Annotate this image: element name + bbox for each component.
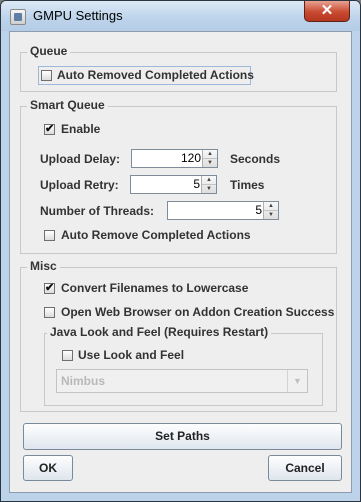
spinner-up-icon[interactable]: ▲	[264, 202, 278, 211]
open-browser-label[interactable]: Open Web Browser on Addon Creation Succe…	[61, 305, 334, 319]
convert-lowercase-checkbox[interactable]: ✔	[44, 283, 55, 294]
upload-delay-label: Upload Delay:	[40, 152, 121, 166]
smart-queue-legend: Smart Queue	[27, 98, 108, 112]
spinner-down-icon[interactable]: ▼	[203, 159, 217, 167]
laf-selected-value: Nimbus	[61, 374, 106, 388]
convert-lowercase-label[interactable]: Convert Filenames to Lowercase	[61, 281, 248, 295]
chevron-down-icon[interactable]: ▼	[287, 370, 307, 392]
close-button[interactable]: ✕	[304, 1, 350, 22]
settings-window: GMPU Settings ✕ Queue Auto Removed Compl…	[0, 0, 361, 502]
window-title: GMPU Settings	[33, 8, 123, 23]
upload-retry-arrows[interactable]: ▲ ▼	[201, 176, 216, 193]
misc-legend: Misc	[27, 259, 60, 273]
laf-legend: Java Look and Feel (Requires Restart)	[47, 325, 272, 339]
upload-retry-label: Upload Retry:	[40, 178, 119, 192]
title-bar[interactable]: GMPU Settings ✕	[1, 1, 360, 31]
smart-auto-remove-checkbox[interactable]	[44, 230, 55, 241]
enable-checkbox[interactable]: ✔	[44, 124, 55, 135]
set-paths-button[interactable]: Set Paths	[23, 423, 342, 450]
upload-retry-value[interactable]: 5	[193, 176, 200, 193]
use-laf-checkbox[interactable]	[62, 350, 73, 361]
upload-delay-arrows[interactable]: ▲ ▼	[202, 150, 217, 167]
upload-delay-value[interactable]: 120	[181, 150, 201, 167]
upload-delay-spinner[interactable]: 120 ▲ ▼	[131, 149, 218, 168]
use-laf-label[interactable]: Use Look and Feel	[78, 348, 184, 362]
upload-retry-unit: Times	[230, 178, 265, 192]
upload-retry-spinner[interactable]: 5 ▲ ▼	[130, 175, 217, 194]
threads-spinner[interactable]: 5 ▲ ▼	[167, 201, 279, 220]
threads-label: Number of Threads:	[40, 204, 155, 218]
ok-button[interactable]: OK	[23, 455, 73, 481]
threads-value[interactable]: 5	[255, 202, 262, 219]
queue-auto-remove-checkbox[interactable]	[41, 70, 52, 81]
laf-select[interactable]: Nimbus ▼	[56, 369, 308, 393]
enable-label[interactable]: Enable	[61, 122, 100, 136]
spinner-down-icon[interactable]: ▼	[202, 185, 216, 193]
threads-arrows[interactable]: ▲ ▼	[263, 202, 278, 219]
spinner-up-icon[interactable]: ▲	[202, 176, 216, 185]
app-icon	[10, 9, 26, 25]
queue-auto-remove-label[interactable]: Auto Removed Completed Actions	[57, 68, 254, 82]
cancel-button[interactable]: Cancel	[268, 455, 342, 481]
spinner-down-icon[interactable]: ▼	[264, 211, 278, 219]
spinner-up-icon[interactable]: ▲	[203, 150, 217, 159]
queue-legend: Queue	[27, 44, 71, 58]
upload-delay-unit: Seconds	[230, 152, 281, 166]
smart-auto-remove-label[interactable]: Auto Remove Completed Actions	[61, 228, 251, 242]
dialog-content: Queue Auto Removed Completed Actions Sma…	[9, 31, 352, 493]
open-browser-checkbox[interactable]	[44, 307, 55, 318]
